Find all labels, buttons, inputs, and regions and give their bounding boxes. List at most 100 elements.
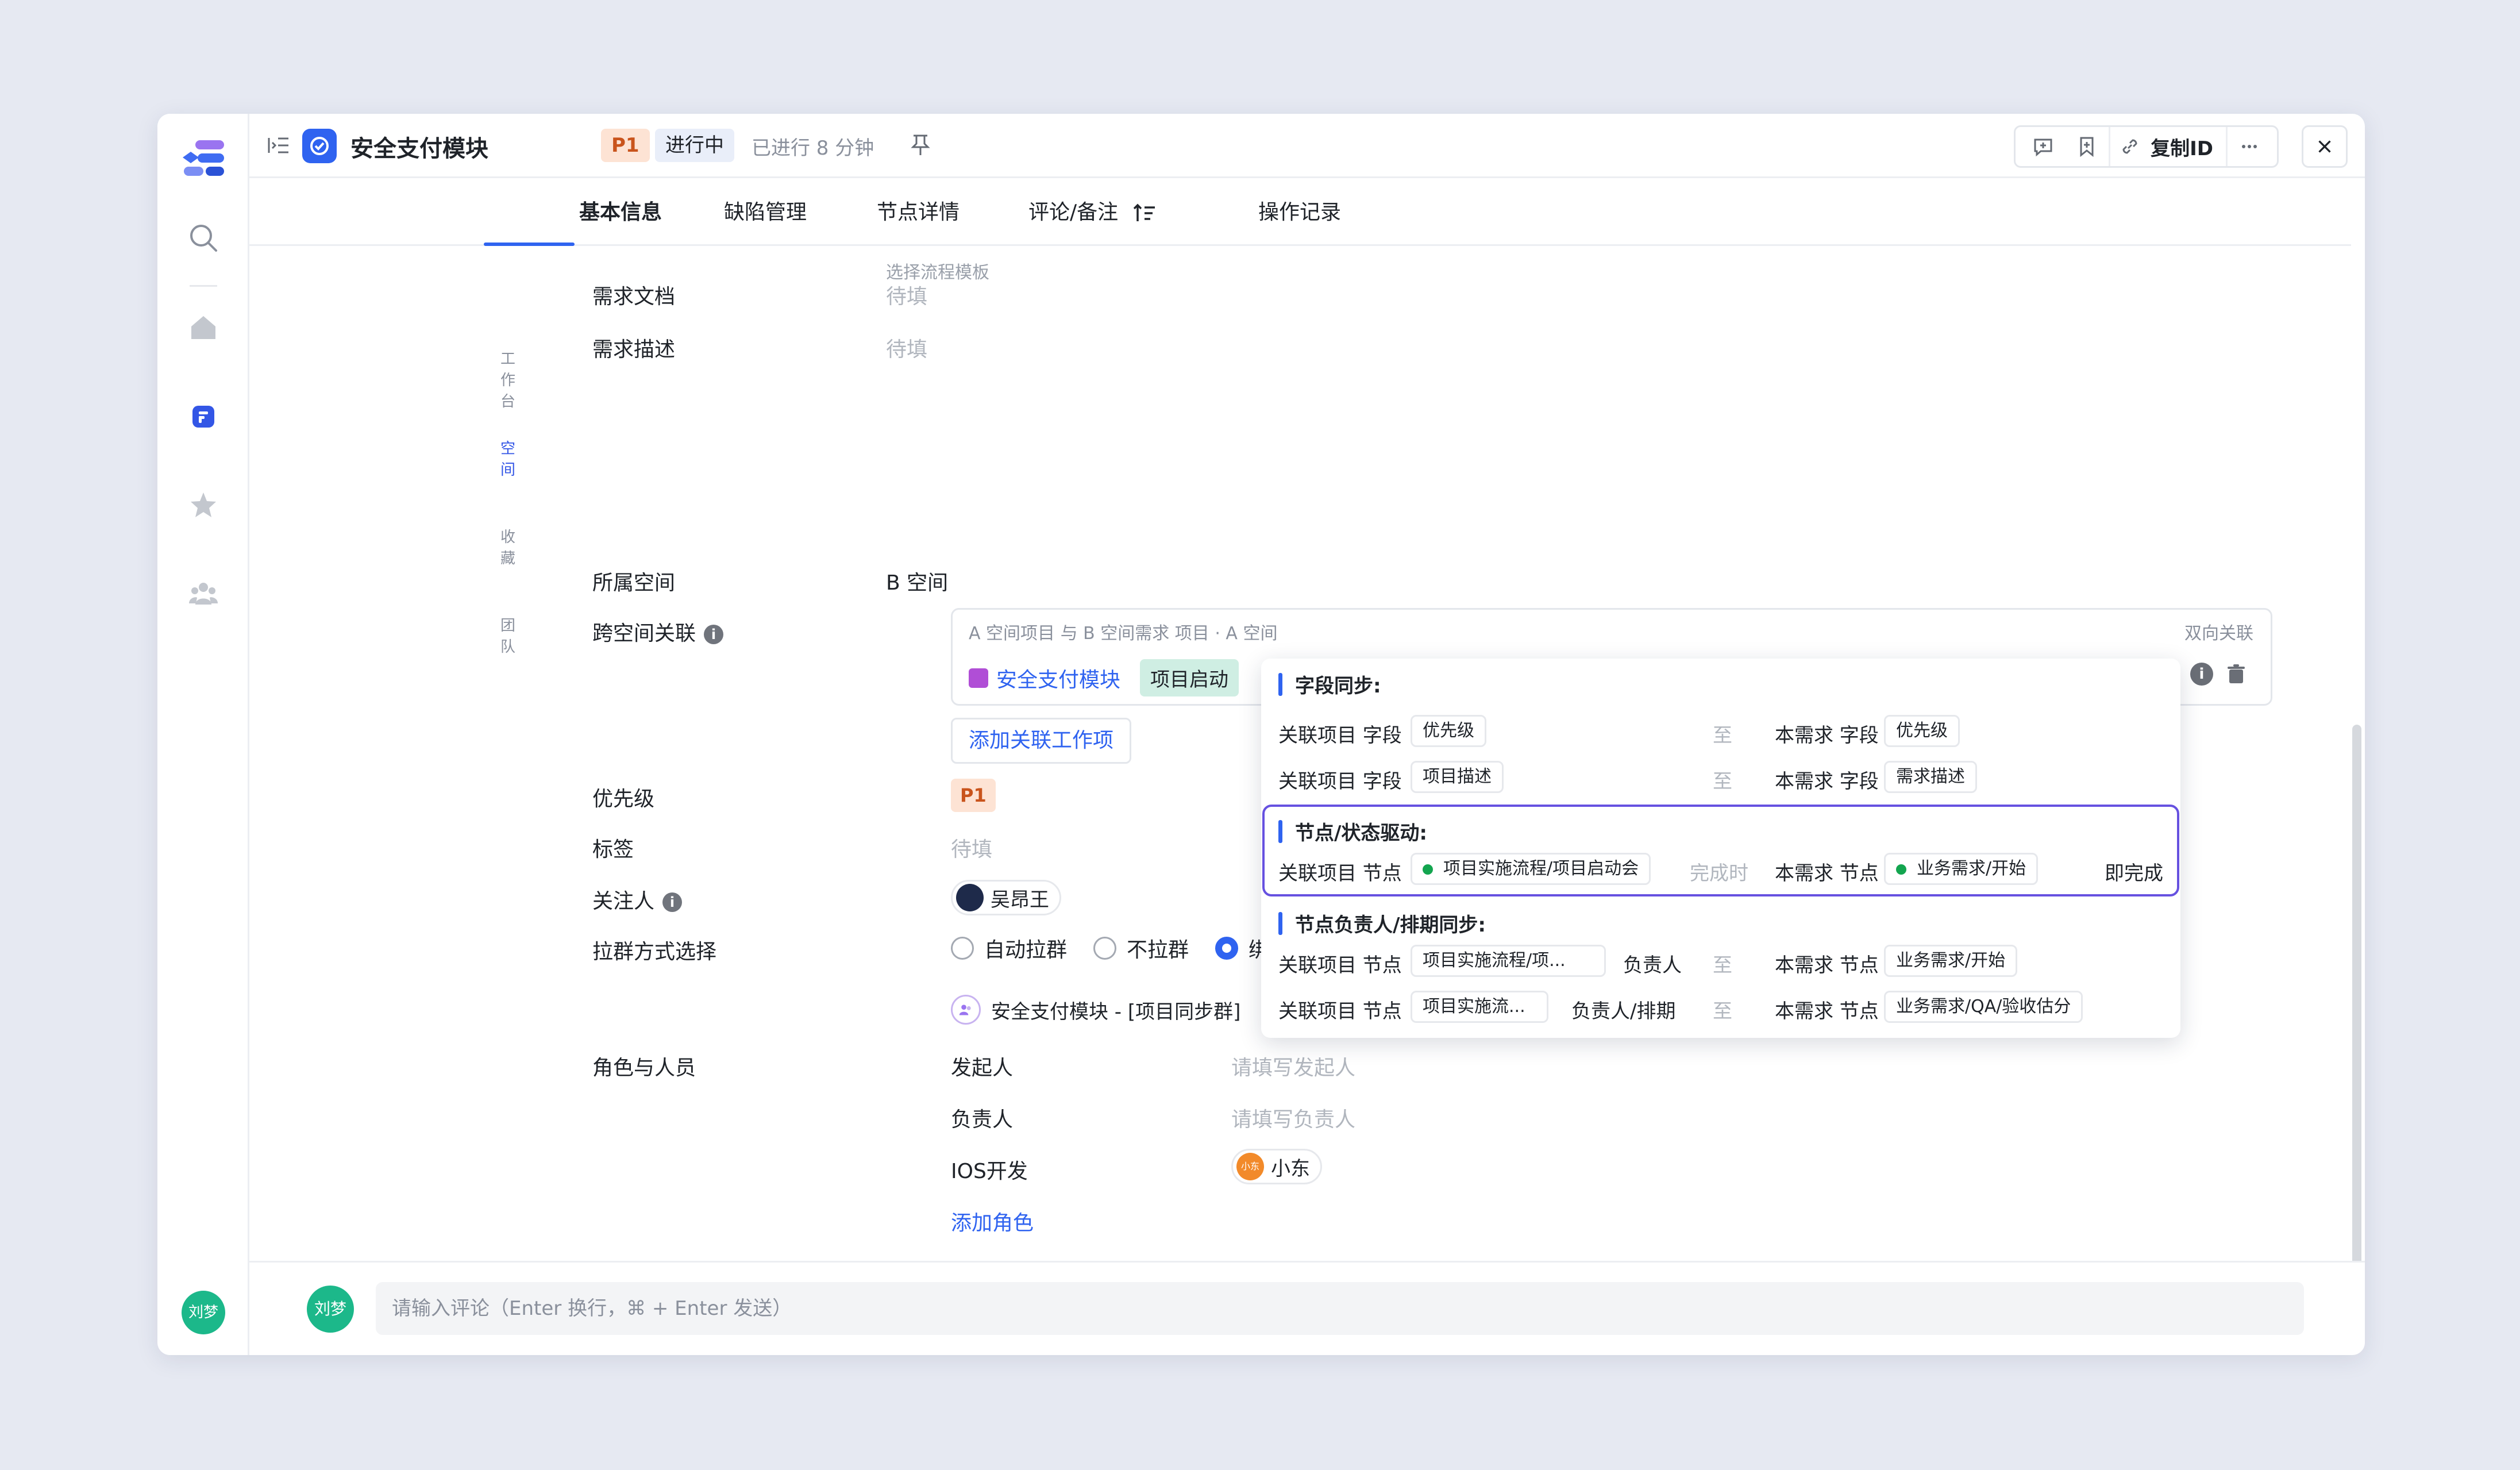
source-node-chip[interactable]: 项目实施流程/项目启动会 bbox=[1411, 853, 1651, 885]
source-node-chip[interactable]: 项目实施流... bbox=[1411, 991, 1548, 1023]
ios-dev-chip[interactable]: 小东 小东 bbox=[1231, 1149, 1322, 1184]
node-drive-row: 关联项目 节点 项目实施流程/项目启动会 完成时 本需求 节点 业务需求/开始 … bbox=[1278, 853, 2163, 887]
to-label: 至 bbox=[1713, 724, 1732, 747]
source-field-chip[interactable]: 优先级 bbox=[1411, 715, 1486, 747]
priority-tag[interactable]: P1 bbox=[951, 779, 996, 812]
info-icon[interactable]: i bbox=[662, 892, 683, 912]
pin-icon[interactable] bbox=[909, 132, 932, 157]
more-button[interactable] bbox=[2228, 127, 2271, 166]
space-value[interactable]: B 空间 bbox=[886, 566, 948, 596]
req-desc-value[interactable]: 待填 bbox=[886, 333, 927, 363]
sidebar-item-space[interactable]: 空间 bbox=[157, 401, 515, 479]
role-ios-label: IOS开发 bbox=[951, 1160, 1028, 1183]
target-field-chip[interactable]: 需求描述 bbox=[1884, 761, 1977, 793]
field-sync-row: 关联项目 字段 优先级 至 本需求 字段 优先级 bbox=[1278, 715, 2163, 749]
sidebar-item-team[interactable]: 团队 bbox=[157, 578, 515, 656]
radio-bind-group[interactable] bbox=[1215, 937, 1239, 960]
radio-auto-group[interactable] bbox=[951, 937, 974, 960]
tab-defects[interactable]: 缺陷管理 bbox=[724, 195, 807, 225]
role-owner-label: 负责人 bbox=[951, 1108, 1014, 1132]
tags-value[interactable]: 待填 bbox=[951, 833, 992, 863]
owner-sync-title: 节点负责人/排期同步: bbox=[1278, 909, 1486, 937]
watcher-name: 吴昂王 bbox=[991, 888, 1049, 911]
sort-icon[interactable] bbox=[1133, 203, 1156, 224]
bound-group[interactable]: 安全支付模块 - [项目同步群] bbox=[951, 995, 1240, 1025]
comment-add-button[interactable] bbox=[2021, 127, 2065, 166]
copy-id-button[interactable]: 复制ID bbox=[2109, 127, 2228, 166]
comment-input[interactable] bbox=[376, 1282, 2304, 1335]
tab-history[interactable]: 操作记录 bbox=[1258, 195, 1341, 225]
group-label: 拉群方式选择 bbox=[592, 940, 717, 964]
result-label: 即完成 bbox=[2105, 862, 2163, 885]
to-label: 至 bbox=[1713, 770, 1732, 793]
role-initiator-input[interactable]: 请填写发起人 bbox=[1231, 1051, 1355, 1081]
target-node-chip[interactable]: 业务需求/开始 bbox=[1884, 853, 2039, 885]
expand-sidebar-icon[interactable] bbox=[267, 133, 291, 157]
row-right-label: 本需求 字段 bbox=[1775, 724, 1879, 747]
row-left-label: 关联项目 节点 bbox=[1278, 862, 1402, 885]
radio-label: 不拉群 bbox=[1127, 938, 1189, 962]
topbar-actions: 复制ID bbox=[2014, 125, 2279, 168]
left-rail: 工作台 空间 收藏 团队 刘梦 bbox=[157, 114, 515, 1355]
add-related-item-button[interactable]: 添加关联工作项 bbox=[951, 718, 1132, 764]
status-badge[interactable]: 进行中 bbox=[655, 129, 734, 162]
source-node-chip[interactable]: 项目实施流程/项... bbox=[1411, 945, 1606, 977]
add-role-button[interactable]: 添加角色 bbox=[951, 1206, 1034, 1236]
row-right-label: 本需求 节点 bbox=[1775, 1000, 1879, 1023]
role-initiator-label: 发起人 bbox=[951, 1056, 1014, 1080]
info-icon[interactable]: i bbox=[704, 625, 724, 644]
trash-icon[interactable] bbox=[2225, 663, 2248, 686]
watcher-label-text: 关注人 bbox=[592, 890, 655, 913]
watcher-chip[interactable]: 吴昂王 bbox=[951, 880, 1061, 915]
field-sync-row: 关联项目 字段 项目描述 至 本需求 字段 需求描述 bbox=[1278, 761, 2163, 795]
priority-badge[interactable]: P1 bbox=[601, 129, 650, 162]
search-icon[interactable] bbox=[187, 222, 219, 254]
avatar: 刘梦 bbox=[307, 1286, 354, 1333]
node-drive-title: 节点/状态驱动: bbox=[1278, 817, 1427, 845]
related-work-item[interactable]: 安全支付模块 项目启动 bbox=[969, 659, 1239, 696]
source-node-text: 项目实施流程/项目启动会 bbox=[1443, 859, 1639, 879]
target-node-chip[interactable]: 业务需求/开始 bbox=[1884, 945, 2018, 977]
target-node-chip[interactable]: 业务需求/QA/验收估分 bbox=[1884, 991, 2083, 1023]
close-button[interactable] bbox=[2302, 125, 2348, 168]
tab-comments-label: 评论/备注 bbox=[1028, 201, 1119, 224]
to-label: 至 bbox=[1713, 1000, 1732, 1023]
radio-no-group[interactable] bbox=[1093, 937, 1117, 960]
req-doc-value[interactable]: 待填 bbox=[886, 280, 927, 310]
tab-node-details[interactable]: 节点详情 bbox=[877, 195, 960, 225]
app-window: 工作台 空间 收藏 团队 刘梦 安全支付模块 P1 进行中 已进行 8 分钟 复… bbox=[157, 114, 2365, 1355]
group-name: 安全支付模块 - [项目同步群] bbox=[991, 1000, 1241, 1023]
relation-rules-popover: 字段同步: 关联项目 字段 优先级 至 本需求 字段 优先级 关联项目 字段 项… bbox=[1261, 659, 2180, 1038]
close-icon bbox=[2318, 140, 2331, 153]
team-icon bbox=[189, 583, 218, 605]
when-label: 完成时 bbox=[1690, 862, 1748, 885]
copy-id-label: 复制ID bbox=[2151, 137, 2213, 160]
sidebar-item-favorites[interactable]: 收藏 bbox=[157, 490, 515, 567]
tags-label: 标签 bbox=[592, 838, 634, 861]
sidebar-item-workbench[interactable]: 工作台 bbox=[157, 311, 515, 410]
field-sync-title: 字段同步: bbox=[1278, 670, 1381, 698]
tab-comments[interactable]: 评论/备注 bbox=[1028, 195, 1156, 225]
role-owner-input[interactable]: 请填写负责人 bbox=[1231, 1103, 1355, 1133]
user-avatar[interactable]: 刘梦 bbox=[182, 1291, 225, 1334]
target-field-chip[interactable]: 优先级 bbox=[1884, 715, 1960, 747]
status-dot bbox=[1896, 864, 1906, 875]
req-doc-label: 需求文档 bbox=[592, 285, 676, 309]
rail-divider bbox=[190, 285, 217, 287]
basic-info-form: 选择流程模板 需求文档 待填 需求描述 待填 所属空间 B 空间 跨空间关联 i … bbox=[249, 248, 2365, 1355]
info-icon[interactable]: i bbox=[2190, 663, 2213, 686]
row-left-label: 关联项目 字段 bbox=[1278, 770, 1402, 793]
source-field-chip[interactable]: 项目描述 bbox=[1411, 761, 1504, 793]
row-left-label: 关联项目 字段 bbox=[1278, 724, 1402, 747]
tab-basic-info[interactable]: 基本信息 bbox=[579, 195, 662, 225]
chat-add-icon bbox=[2034, 138, 2052, 157]
app-logo-icon[interactable] bbox=[180, 138, 226, 178]
bidirectional-label: 双向关联 bbox=[2184, 624, 2253, 644]
related-item-name[interactable]: 安全支付模块 bbox=[996, 663, 1120, 693]
bookmark-button[interactable] bbox=[2065, 127, 2109, 166]
target-node-text: 业务需求/开始 bbox=[1917, 859, 2026, 879]
relation-header: A 空间项目 与 B 空间需求 项目 · A 空间 bbox=[969, 624, 1278, 644]
relation-actions: i bbox=[2190, 663, 2248, 686]
avatar bbox=[956, 884, 984, 911]
space-icon bbox=[192, 406, 214, 428]
